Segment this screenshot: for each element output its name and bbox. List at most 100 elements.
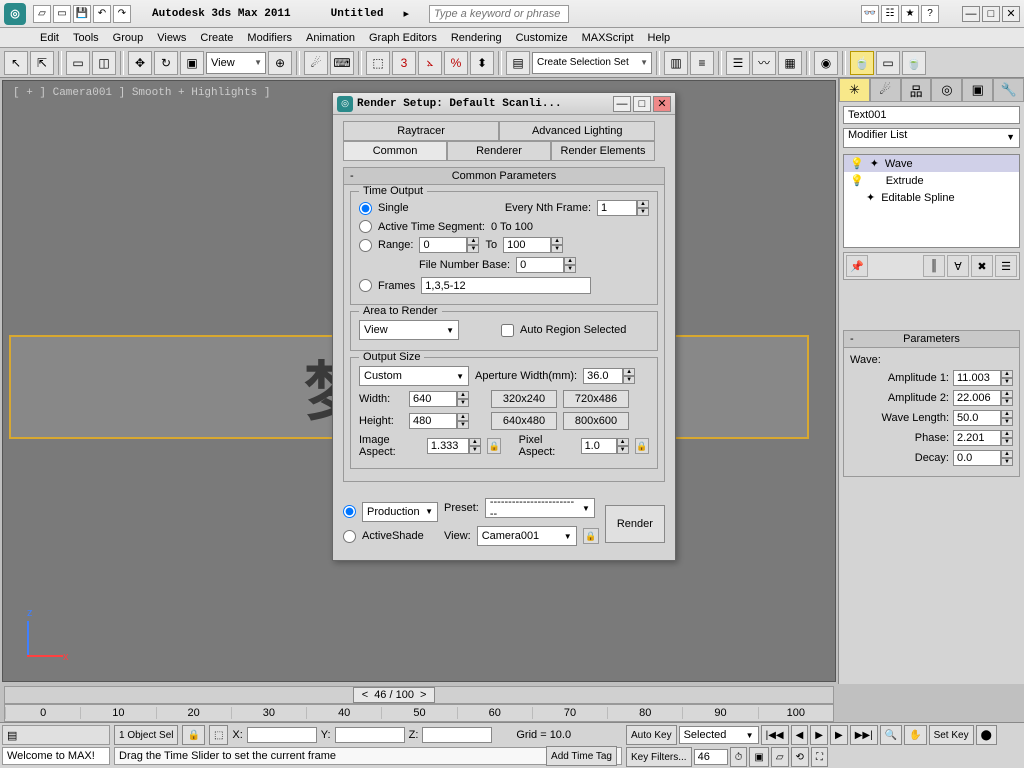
aperture-input[interactable]	[583, 368, 623, 384]
dialog-titlebar[interactable]: ◎ Render Setup: Default Scanli... — □ ✕	[333, 93, 675, 115]
range-from-input[interactable]	[419, 237, 467, 253]
schematic-icon[interactable]: ▦	[778, 51, 802, 75]
production-dropdown[interactable]: Production	[362, 502, 438, 522]
goto-end-icon[interactable]: ▶▶|	[850, 725, 878, 745]
pan-icon[interactable]: ✋	[904, 725, 926, 745]
tab-renderer[interactable]: Renderer	[447, 141, 551, 161]
lock-view-icon[interactable]: 🔒	[583, 528, 599, 544]
phase-input[interactable]	[953, 430, 1001, 446]
show-result-icon[interactable]: ║	[923, 255, 945, 277]
mirror-icon[interactable]: ▥	[664, 51, 688, 75]
pixel-aspect-input[interactable]	[581, 438, 617, 454]
dialog-close[interactable]: ✕	[653, 96, 671, 112]
menu-grapheditors[interactable]: Graph Editors	[369, 32, 437, 44]
zoom-ext-icon[interactable]: ▣	[749, 747, 768, 767]
wavelength-input[interactable]	[953, 410, 1001, 426]
snap3-icon[interactable]: 3	[392, 51, 416, 75]
stack-item-spline[interactable]: ✦Editable Spline	[844, 189, 1019, 206]
select-icon[interactable]: ▭	[66, 51, 90, 75]
goto-start-icon[interactable]: |◀◀	[761, 725, 789, 745]
range-to-input[interactable]	[503, 237, 551, 253]
x-coord-input[interactable]	[247, 727, 317, 743]
stack-item-wave[interactable]: 💡✦Wave	[844, 155, 1019, 172]
selection-set-dropdown[interactable]: Create Selection Set	[532, 52, 652, 74]
modifier-stack[interactable]: 💡✦Wave 💡Extrude ✦Editable Spline	[843, 154, 1020, 248]
dialog-minimize[interactable]: —	[613, 96, 631, 112]
keyfilters-button[interactable]: Key Filters...	[626, 747, 692, 767]
render-icon[interactable]: 🍵	[902, 51, 926, 75]
orbit-icon[interactable]: ⟲	[791, 747, 809, 767]
make-unique-icon[interactable]: ∀	[947, 255, 969, 277]
open-icon[interactable]: ▭	[53, 5, 71, 23]
object-name-input[interactable]	[843, 106, 1020, 124]
width-input[interactable]	[409, 391, 457, 407]
decay-input[interactable]	[953, 450, 1001, 466]
stack-item-extrude[interactable]: 💡Extrude	[844, 172, 1019, 189]
zoom-icon[interactable]: 🔍	[880, 725, 902, 745]
tab-modify[interactable]: ☄	[870, 78, 901, 102]
scale-icon[interactable]: ▣	[180, 51, 204, 75]
track-bar[interactable]: 0 10 20 30 40 50 60 70 80 90 100	[4, 704, 834, 722]
menu-views[interactable]: Views	[157, 32, 186, 44]
setkey-button[interactable]: Set Key	[929, 725, 974, 745]
snap-icon[interactable]: ⬚	[366, 51, 390, 75]
pivot-icon[interactable]: ⊕	[268, 51, 292, 75]
amplitude1-input[interactable]	[953, 370, 1001, 386]
common-params-header[interactable]: Common Parameters	[344, 168, 664, 185]
tab-raytracer[interactable]: Raytracer	[343, 121, 499, 141]
frames-input[interactable]	[421, 277, 591, 294]
tab-create[interactable]: ✳	[839, 78, 870, 102]
next-frame-icon[interactable]: ▶	[830, 725, 848, 745]
maximize-button[interactable]: □	[982, 6, 1000, 22]
layers-icon[interactable]: ☰	[726, 51, 750, 75]
undo-icon[interactable]: ↶	[93, 5, 111, 23]
iso-icon[interactable]: ⬚	[209, 725, 228, 745]
render-setup-icon[interactable]: 🍵	[850, 51, 874, 75]
help-icon[interactable]: ?	[921, 5, 939, 23]
menu-maxscript[interactable]: MAXScript	[582, 32, 634, 44]
redo-icon[interactable]: ↷	[113, 5, 131, 23]
select-link-icon[interactable]: ↖	[4, 51, 28, 75]
tab-display[interactable]: ▣	[962, 78, 993, 102]
preset-800x600[interactable]: 800x600	[563, 412, 629, 430]
unlink-icon[interactable]: ⇱	[30, 51, 54, 75]
image-aspect-input[interactable]	[427, 438, 469, 454]
minimize-button[interactable]: —	[962, 6, 980, 22]
percent-snap-icon[interactable]: %	[444, 51, 468, 75]
preset-320x240[interactable]: 320x240	[491, 390, 557, 408]
maximize-vp-icon[interactable]: ⛶	[811, 747, 828, 767]
align-icon[interactable]: ≡	[690, 51, 714, 75]
lock-pixel-aspect-icon[interactable]: 🔒	[635, 438, 649, 454]
output-preset-dropdown[interactable]: Custom	[359, 366, 469, 386]
menu-help[interactable]: Help	[648, 32, 671, 44]
tab-render-elements[interactable]: Render Elements	[551, 141, 655, 161]
render-frame-icon[interactable]: ▭	[876, 51, 900, 75]
radio-range[interactable]	[359, 239, 372, 252]
menu-group[interactable]: Group	[113, 32, 144, 44]
menu-modifiers[interactable]: Modifiers	[247, 32, 292, 44]
view-dropdown[interactable]: Camera001	[477, 526, 577, 546]
lock-sel-icon[interactable]: 🔒	[182, 725, 204, 745]
tab-hierarchy[interactable]: 品	[901, 78, 932, 102]
pin-stack-icon[interactable]: 📌	[846, 255, 868, 277]
current-frame-input[interactable]	[694, 749, 728, 765]
time-slider-thumb[interactable]: <46 / 100>	[353, 687, 436, 703]
menu-create[interactable]: Create	[200, 32, 233, 44]
menu-tools[interactable]: Tools	[73, 32, 99, 44]
comm-icon[interactable]: ☷	[881, 5, 899, 23]
remove-mod-icon[interactable]: ✖	[971, 255, 993, 277]
menu-rendering[interactable]: Rendering	[451, 32, 502, 44]
menu-customize[interactable]: Customize	[516, 32, 568, 44]
auto-region-checkbox[interactable]	[501, 324, 514, 337]
modifier-list-dropdown[interactable]: Modifier List	[843, 128, 1020, 148]
every-nth-input[interactable]	[597, 200, 637, 216]
y-coord-input[interactable]	[335, 727, 405, 743]
key-big-icon[interactable]: ⬤	[976, 725, 997, 745]
select-rect-icon[interactable]: ◫	[92, 51, 116, 75]
keymode-icon[interactable]: ⌨	[330, 51, 354, 75]
lock-image-aspect-icon[interactable]: 🔒	[487, 438, 501, 454]
radio-production[interactable]	[343, 505, 356, 518]
preset-640x480[interactable]: 640x480	[491, 412, 557, 430]
tab-motion[interactable]: ◎	[931, 78, 962, 102]
menu-animation[interactable]: Animation	[306, 32, 355, 44]
